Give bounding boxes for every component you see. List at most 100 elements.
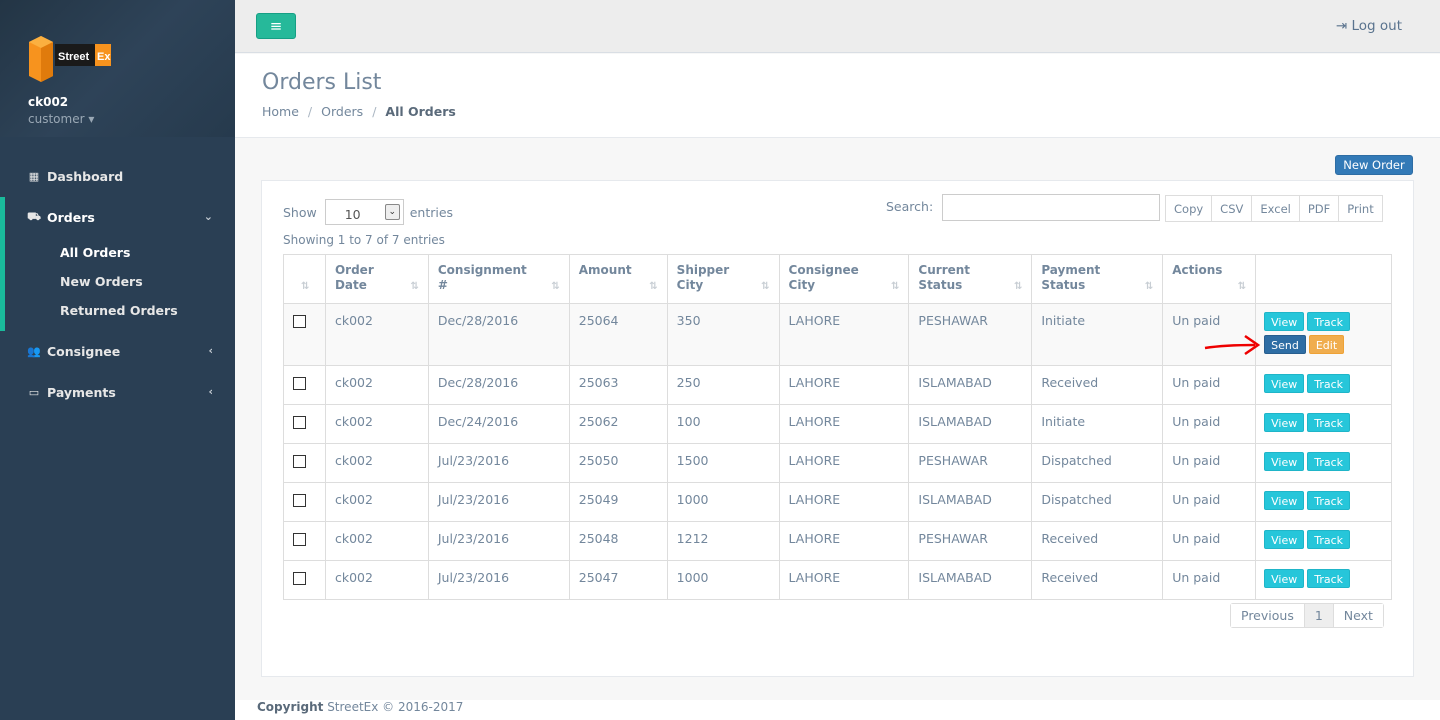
sort-icon: ⇅ xyxy=(551,281,560,292)
new-order-button[interactable]: New Order xyxy=(1335,155,1413,175)
sidebar-orders-section: ⛟ Orders ⌄ All Orders New Orders Returne… xyxy=(0,197,235,331)
table-cell: Un paid xyxy=(1162,482,1257,522)
track-button[interactable]: Track xyxy=(1307,312,1351,331)
search-label: Search: xyxy=(886,199,934,214)
table-cell: ISLAMABAD xyxy=(908,404,1033,444)
page-header: Orders List Home / Orders / All Orders xyxy=(235,54,1440,138)
column-header[interactable]: Shipper City ⇅ xyxy=(666,254,780,304)
sidebar-item-orders[interactable]: ⛟ Orders ⌄ xyxy=(5,197,235,238)
view-button[interactable]: View xyxy=(1264,452,1305,471)
table-cell: LAHORE xyxy=(778,482,910,522)
row-checkbox[interactable] xyxy=(293,572,306,585)
excel-button[interactable]: Excel xyxy=(1252,196,1300,221)
header-label: Amount xyxy=(578,263,632,277)
table-cell: LAHORE xyxy=(778,443,910,483)
column-header[interactable]: Consignment # ⇅ xyxy=(427,254,570,304)
track-button[interactable]: Track xyxy=(1307,374,1351,393)
table-header-row: ⇅ Order Date ⇅ Consignment # ⇅ Amount ⇅ Shipp… xyxy=(283,254,1392,304)
table-cell: 1212 xyxy=(666,521,780,561)
copy-button[interactable]: Copy xyxy=(1166,196,1213,221)
column-header[interactable]: Order Date ⇅ xyxy=(324,254,429,304)
submenu-new-orders[interactable]: New Orders xyxy=(5,267,235,296)
show-label: Show xyxy=(283,204,317,220)
page-button[interactable]: 1 xyxy=(1304,604,1334,627)
header-label: Current xyxy=(918,263,971,277)
view-button[interactable]: View xyxy=(1264,374,1305,393)
profile-username: ck002 xyxy=(28,95,69,109)
search-input[interactable] xyxy=(942,194,1160,221)
view-button[interactable]: View xyxy=(1264,569,1305,588)
sidebar-item-label: Payments xyxy=(47,385,116,400)
menu-toggle-button[interactable]: ≡ xyxy=(256,13,296,39)
next-page-button[interactable]: Next xyxy=(1333,604,1383,627)
track-button[interactable]: Track xyxy=(1307,413,1351,432)
breadcrumb-home[interactable]: Home xyxy=(262,104,299,119)
column-header[interactable]: Payment Status ⇅ xyxy=(1031,254,1164,304)
orders-submenu: All Orders New Orders Returned Orders xyxy=(5,238,235,331)
profile-role-dropdown[interactable]: customer ▾ xyxy=(28,112,94,126)
row-checkbox[interactable] xyxy=(293,377,306,390)
edit-button[interactable]: Edit xyxy=(1308,335,1345,354)
csv-button[interactable]: CSV xyxy=(1212,196,1253,221)
breadcrumb-orders[interactable]: Orders xyxy=(321,104,363,119)
table-cell: PESHAWAR xyxy=(908,303,1033,366)
table-cell: 25063 xyxy=(568,365,668,405)
logout-link[interactable]: ⇥ Log out xyxy=(1336,18,1402,34)
column-header[interactable]: Consignee City ⇅ xyxy=(778,254,910,304)
page-size-select[interactable]: 10 ⌄ xyxy=(324,199,404,225)
row-checkbox[interactable] xyxy=(293,494,306,507)
view-button[interactable]: View xyxy=(1264,530,1305,549)
sidebar-item-payments[interactable]: ▭ Payments ‹ xyxy=(0,372,235,413)
row-checkbox[interactable] xyxy=(293,416,306,429)
truck-icon: ⛟ xyxy=(27,210,41,223)
table-cell: 25050 xyxy=(568,443,668,483)
table-cell: 25049 xyxy=(568,482,668,522)
streetex-logo[interactable]: Street Ex xyxy=(27,34,113,84)
send-button[interactable]: Send xyxy=(1264,335,1306,354)
row-checkbox-cell xyxy=(283,303,326,366)
logout-label: Log out xyxy=(1351,18,1402,34)
table-row: ck002 Jul/23/2016 25048 1212 LAHORE PESHAWAR R… xyxy=(283,521,1392,561)
table-cell: ISLAMABAD xyxy=(908,482,1033,522)
view-button[interactable]: View xyxy=(1264,312,1305,331)
credit-card-icon: ▭ xyxy=(28,386,40,399)
table-cell: Dispatched xyxy=(1031,443,1164,483)
column-header[interactable]: Actions ⇅ xyxy=(1162,254,1257,304)
row-checkbox[interactable] xyxy=(293,455,306,468)
table-cell: Received xyxy=(1031,560,1164,600)
sidebar-menu: ▦ Dashboard ⛟ Orders ⌄ All Orders New Or… xyxy=(0,156,235,413)
table-cell: 1500 xyxy=(666,443,780,483)
table-cell: Initiate xyxy=(1031,404,1164,444)
sidebar-item-label: Dashboard xyxy=(47,169,124,184)
pdf-button[interactable]: PDF xyxy=(1299,196,1340,221)
submenu-all-orders[interactable]: All Orders xyxy=(5,238,235,267)
column-header[interactable]: Current Status ⇅ xyxy=(908,254,1033,304)
row-checkbox[interactable] xyxy=(293,315,306,328)
row-checkbox-cell xyxy=(283,404,326,444)
select-all-column[interactable]: ⇅ xyxy=(283,254,326,304)
track-button[interactable]: Track xyxy=(1307,491,1351,510)
submenu-returned-orders[interactable]: Returned Orders xyxy=(5,296,235,325)
track-button[interactable]: Track xyxy=(1307,452,1351,471)
breadcrumb-current: All Orders xyxy=(385,104,456,119)
hamburger-icon: ≡ xyxy=(269,17,283,35)
show-entries: Show 10 ⌄ entries xyxy=(283,199,453,225)
sidebar-item-consignee[interactable]: 👥 Consignee ‹ xyxy=(0,331,235,372)
table-cell: ISLAMABAD xyxy=(908,365,1033,405)
table-cell: ISLAMABAD xyxy=(908,560,1033,600)
pagination: Previous 1 Next xyxy=(1230,603,1384,628)
row-checkbox[interactable] xyxy=(293,533,306,546)
chevron-down-icon: ⌄ xyxy=(203,210,213,223)
table-info: Showing 1 to 7 of 7 entries xyxy=(283,233,445,247)
print-button[interactable]: Print xyxy=(1339,196,1382,221)
table-cell: Un paid xyxy=(1162,521,1257,561)
track-button[interactable]: Track xyxy=(1307,569,1351,588)
red-arrow-annotation xyxy=(1204,334,1261,356)
view-button[interactable]: View xyxy=(1264,491,1305,510)
previous-page-button[interactable]: Previous xyxy=(1231,604,1305,627)
column-header[interactable]: Amount ⇅ xyxy=(568,254,668,304)
track-button[interactable]: Track xyxy=(1307,530,1351,549)
profile-section: Street Ex ck002 customer ▾ xyxy=(0,0,235,137)
sidebar-item-dashboard[interactable]: ▦ Dashboard xyxy=(0,156,235,197)
view-button[interactable]: View xyxy=(1264,413,1305,432)
